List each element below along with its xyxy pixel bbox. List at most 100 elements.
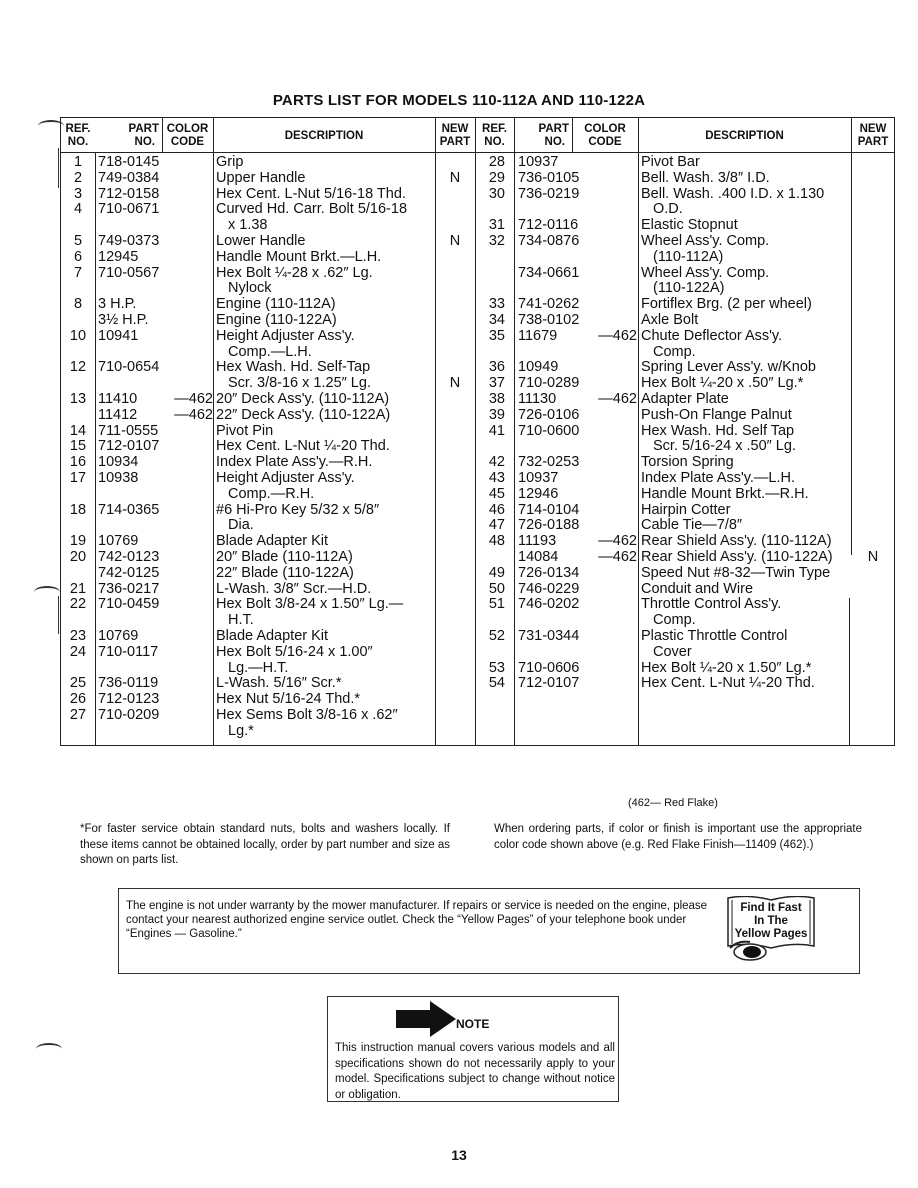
part-number: 718-0145 xyxy=(98,154,160,170)
ref-number: 24 xyxy=(69,643,87,660)
color-code: —462 xyxy=(598,327,637,344)
ref-number: 17 xyxy=(69,470,87,486)
description: Curved Hd. Carr. Bolt 5/16-18 xyxy=(216,201,408,218)
ref-number: 3 xyxy=(73,185,83,202)
ref-number: 26 xyxy=(69,691,87,708)
ref-number: 37 xyxy=(488,375,505,392)
col-divider xyxy=(435,118,436,745)
part-number: 712-0158 xyxy=(98,185,160,202)
ref-number: 10 xyxy=(69,327,87,344)
ref-number: 33 xyxy=(488,296,505,313)
description-continued: (110-122A) xyxy=(653,280,725,297)
ref-number: 4 xyxy=(73,201,83,218)
description: Handle Mount Brkt.—R.H. xyxy=(641,485,809,502)
part-number: 749-0384 xyxy=(98,169,160,186)
description: Bell. Wash. 3/8″ I.D. xyxy=(641,169,770,186)
description-continued: Comp.—L.H. xyxy=(228,343,312,360)
description: Lower Handle xyxy=(216,233,306,249)
part-number: 11193 xyxy=(518,533,557,550)
part-number: 14084 xyxy=(518,549,559,565)
description: Plastic Throttle Control xyxy=(641,628,788,644)
yellow-pages-line: In The xyxy=(754,915,788,927)
part-number: 749-0373 xyxy=(98,233,160,249)
part-number: 714-0365 xyxy=(98,501,160,518)
part-number: 742-0123 xyxy=(98,549,160,565)
part-number: 710-0600 xyxy=(518,422,580,439)
header-divider xyxy=(61,152,894,153)
description: Adapter Plate xyxy=(641,391,729,407)
ref-number: 22 xyxy=(69,596,87,613)
part-number: 726-0106 xyxy=(518,406,580,423)
ref-number: 48 xyxy=(488,533,505,550)
part-number: 710-0654 xyxy=(98,359,160,376)
ref-number: 38 xyxy=(488,391,505,407)
ref-number: 21 xyxy=(69,580,87,597)
description: Hairpin Cotter xyxy=(641,501,731,518)
col-divider xyxy=(213,118,214,745)
margin-bar xyxy=(58,596,59,634)
description: Handle Mount Brkt.—L.H. xyxy=(216,248,382,265)
part-number: 11679 xyxy=(518,327,558,344)
header-part-no: PART NO. xyxy=(128,123,159,148)
part-number: 11412 xyxy=(98,406,138,423)
part-number: 10769 xyxy=(98,628,139,644)
footnote-hardware: *For faster service obtain standard nuts… xyxy=(80,823,450,866)
col-divider xyxy=(849,598,850,745)
description: Engine (110-122A) xyxy=(216,312,337,328)
description: #6 Hi-Pro Key 5/32 x 5/8″ xyxy=(216,501,380,518)
engine-warranty-text: The engine is not under warranty by the … xyxy=(126,900,708,940)
description: Index Plate Ass'y.—R.H. xyxy=(216,454,373,471)
ref-number: 52 xyxy=(488,628,505,644)
part-number: 10938 xyxy=(98,470,139,486)
description-continued: Comp. xyxy=(653,612,696,629)
part-number: 710-0567 xyxy=(98,264,160,281)
header-color-code: COLOR CODE xyxy=(166,123,209,148)
description: Hex Bolt 5/16-24 x 1.00″ xyxy=(216,643,373,660)
description: Hex Cent. L-Nut ¼-20 Thd. xyxy=(641,675,815,692)
ref-number: 8 xyxy=(73,296,83,313)
ref-number: 25 xyxy=(69,675,87,692)
header-description: DESCRIPTION xyxy=(705,129,784,142)
part-number: 738-0102 xyxy=(518,312,580,328)
ref-number: 51 xyxy=(488,596,505,613)
ref-number: 53 xyxy=(488,659,505,676)
part-number: 710-0606 xyxy=(518,659,580,676)
description: Pivot Bar xyxy=(641,154,700,170)
part-number: 10937 xyxy=(518,470,559,486)
description-continued: x 1.38 xyxy=(228,217,268,234)
header-ref-no: REF. NO. xyxy=(65,123,91,148)
header-color-code: COLOR CODE xyxy=(584,123,626,148)
registration-mark xyxy=(34,586,60,598)
description: Spring Lever Ass'y. w/Knob xyxy=(641,359,816,376)
description: 22″ Deck Ass'y. (110-122A) xyxy=(216,406,391,423)
description: Torsion Spring xyxy=(641,454,734,471)
header-new-part: NEW PART xyxy=(439,123,471,148)
description: Hex Cent. L-Nut 5/16-18 Thd. xyxy=(216,185,406,202)
description-continued: O.D. xyxy=(653,201,683,218)
part-number: 10949 xyxy=(518,359,559,376)
registration-mark xyxy=(36,1043,62,1055)
part-number: 12946 xyxy=(518,485,559,502)
new-part-flag: N xyxy=(449,375,461,392)
description: Upper Handle xyxy=(216,169,306,186)
ref-number: 32 xyxy=(488,233,505,249)
description: L-Wash. 5/16″ Scr.* xyxy=(216,675,342,692)
description: Index Plate Ass'y.—L.H. xyxy=(641,470,796,486)
part-number: 712-0107 xyxy=(518,675,580,692)
ref-number: 13 xyxy=(69,391,87,407)
part-number: 710-0459 xyxy=(98,596,160,613)
description: Push-On Flange Palnut xyxy=(641,406,792,423)
description-continued: Dia. xyxy=(228,517,254,534)
part-number: 10937 xyxy=(518,154,559,170)
ref-number: 34 xyxy=(488,312,505,328)
part-number: 734-0661 xyxy=(518,264,580,281)
description: Rear Shield Ass'y. (110-122A) xyxy=(641,549,833,565)
col-divider xyxy=(95,152,96,745)
description: Height Adjuster Ass'y. xyxy=(216,327,355,344)
ref-number: 45 xyxy=(488,485,505,502)
description: Hex Wash. Hd. Self Tap xyxy=(641,422,795,439)
page-number: 13 xyxy=(451,1147,467,1163)
part-number: 726-0188 xyxy=(518,517,580,534)
ref-number: 39 xyxy=(488,406,505,423)
description-continued: Scr. 5/16-24 x .50″ Lg. xyxy=(653,438,796,455)
